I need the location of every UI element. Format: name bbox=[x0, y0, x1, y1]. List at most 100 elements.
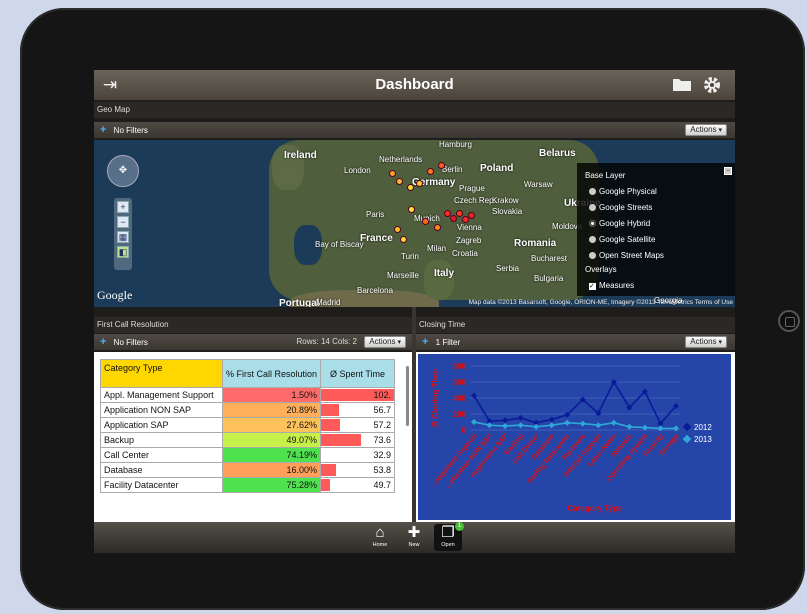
radio-icon bbox=[589, 252, 596, 259]
table-row[interactable]: Application NON SAP 20.89% 56.7 bbox=[100, 402, 396, 418]
map-marker[interactable] bbox=[456, 210, 463, 217]
cell-spent: 53.8 bbox=[320, 462, 396, 478]
cell-fcr: 16.00% bbox=[221, 462, 322, 478]
fcr-panel-title: First Call Resolution bbox=[94, 317, 412, 333]
column-header-fcr[interactable]: % First Call Resolution bbox=[221, 359, 322, 388]
table-row[interactable]: Call Center 74.19% 32.9 bbox=[100, 447, 396, 463]
layer-option[interactable]: Google Physical bbox=[589, 187, 657, 196]
checkbox-checked-icon: ✓ bbox=[589, 283, 596, 290]
x-axis-label: Category Type bbox=[568, 504, 624, 513]
home-button[interactable]: ⌂ Home bbox=[366, 524, 394, 551]
new-button[interactable]: ✚ New bbox=[400, 524, 428, 551]
column-header-spent[interactable]: Ø Spent Time bbox=[320, 359, 396, 388]
map-marker[interactable] bbox=[416, 180, 423, 187]
column-header-category[interactable]: Category Type bbox=[100, 359, 223, 388]
map-marker[interactable] bbox=[450, 215, 457, 222]
map-label: Barcelona bbox=[357, 286, 394, 295]
cell-fcr: 27.62% bbox=[221, 417, 322, 433]
cell-fcr: 49.07% bbox=[221, 432, 322, 448]
plus-icon: ✚ bbox=[407, 524, 421, 541]
map-marker[interactable] bbox=[396, 178, 403, 185]
map-marker[interactable] bbox=[407, 184, 414, 191]
y-axis-label: Ø Closing Time bbox=[431, 368, 440, 427]
geo-map-actions-button[interactable]: Actions bbox=[685, 124, 727, 136]
fcr-actions-button[interactable]: Actions bbox=[364, 336, 406, 348]
overlay-option[interactable]: ✓ Measures bbox=[589, 281, 634, 290]
map-marker[interactable] bbox=[408, 206, 415, 213]
y-tick-label: 600 bbox=[453, 378, 467, 387]
closing-actions-button[interactable]: Actions bbox=[685, 336, 727, 348]
map-marker[interactable] bbox=[400, 236, 407, 243]
map-marker[interactable] bbox=[389, 170, 396, 177]
y-tick-label: 400 bbox=[453, 394, 467, 403]
map-label: Ireland bbox=[284, 150, 317, 161]
map-marker[interactable] bbox=[422, 218, 429, 225]
fcr-filter-bar: + No Filters Rows: 14 Cols: 2 Actions bbox=[94, 334, 412, 350]
cell-spent: 73.6 bbox=[320, 432, 396, 448]
map-marker[interactable] bbox=[468, 212, 475, 219]
map-marker[interactable] bbox=[394, 226, 401, 233]
base-layer-title: Base Layer bbox=[585, 171, 626, 180]
map-pan-control[interactable]: ✥ bbox=[107, 155, 139, 187]
add-filter-icon[interactable]: + bbox=[100, 124, 106, 136]
fcr-table-area[interactable]: Category Type % First Call Resolution Ø … bbox=[94, 352, 412, 522]
hardware-home-button[interactable] bbox=[778, 310, 800, 332]
layer-option-selected[interactable]: Google Hybrid bbox=[589, 219, 650, 228]
map-label: Belarus bbox=[539, 148, 576, 159]
table-row[interactable]: Database 16.00% 53.8 bbox=[100, 462, 396, 478]
select-tool-button[interactable]: ▦ bbox=[117, 231, 129, 243]
map-label: Vienna bbox=[457, 223, 482, 232]
layer-option[interactable]: Open Street Maps bbox=[589, 251, 664, 260]
page-title: Dashboard bbox=[375, 76, 454, 93]
map-label: Bulgaria bbox=[534, 274, 564, 283]
table-scrollbar[interactable] bbox=[406, 366, 409, 426]
layer-tool-button[interactable]: ◧ bbox=[117, 246, 129, 258]
map-label: Berlin bbox=[442, 165, 463, 174]
cell-spent: 56.7 bbox=[320, 402, 396, 418]
map-marker[interactable] bbox=[438, 162, 445, 169]
add-filter-icon[interactable]: + bbox=[422, 336, 428, 348]
map-label: Portugal bbox=[279, 298, 320, 307]
rows-cols-count: Rows: 14 Cols: 2 bbox=[296, 337, 357, 346]
map-label: Bucharest bbox=[531, 254, 568, 263]
google-logo: Google bbox=[97, 288, 133, 302]
layer-option[interactable]: Google Satellite bbox=[589, 235, 655, 244]
zoom-out-button[interactable]: − bbox=[117, 216, 129, 228]
cell-category: Database bbox=[100, 462, 223, 478]
map-attribution[interactable]: Map data ©2013 Basarsoft, Google, ORION-… bbox=[469, 299, 733, 306]
open-button[interactable]: ❐ Open 1 bbox=[434, 522, 464, 551]
map-label: Madrid bbox=[316, 298, 341, 307]
map-label: Hamburg bbox=[439, 140, 472, 149]
cell-fcr: 20.89% bbox=[221, 402, 322, 418]
map-label: Netherlands bbox=[379, 155, 423, 164]
map-label: Serbia bbox=[496, 264, 520, 273]
home-icon: ⌂ bbox=[375, 524, 385, 541]
cell-category: Facility Datacenter bbox=[100, 477, 223, 493]
fcr-filters-label: No Filters bbox=[113, 338, 148, 347]
radio-icon bbox=[589, 204, 596, 211]
map-marker[interactable] bbox=[427, 168, 434, 175]
table-row[interactable]: Appl. Management Support 1.50% 102. bbox=[100, 387, 396, 403]
cell-spent: 49.7 bbox=[320, 477, 396, 493]
radio-selected-icon bbox=[589, 220, 596, 227]
map-label: Bay of Biscay bbox=[315, 240, 364, 249]
add-filter-icon[interactable]: + bbox=[100, 336, 106, 348]
layer-option[interactable]: Google Streets bbox=[589, 203, 652, 212]
gear-icon[interactable] bbox=[702, 76, 722, 94]
layer-switcher: Base Layer Google Physical Google Street… bbox=[577, 163, 735, 296]
map-marker[interactable] bbox=[434, 224, 441, 231]
geo-map-filter-bar: + No Filters Actions bbox=[94, 122, 735, 138]
map-label: Poland bbox=[480, 163, 514, 174]
geo-map[interactable]: ✥ + − ▦ ◧ Ireland Netherlands London Ber… bbox=[94, 140, 735, 307]
table-row[interactable]: Application SAP 27.62% 57.2 bbox=[100, 417, 396, 433]
minimize-icon[interactable]: − bbox=[724, 167, 732, 175]
cell-category: Call Center bbox=[100, 447, 223, 463]
radio-icon bbox=[589, 188, 596, 195]
map-label: France bbox=[360, 233, 393, 244]
zoom-in-button[interactable]: + bbox=[117, 201, 129, 213]
spent-bar bbox=[321, 479, 330, 491]
table-row[interactable]: Facility Datacenter 75.28% 49.7 bbox=[100, 477, 396, 493]
table-row[interactable]: Backup 49.07% 73.6 bbox=[100, 432, 396, 448]
folder-icon[interactable] bbox=[672, 76, 692, 94]
cell-fcr: 74.19% bbox=[221, 447, 322, 463]
